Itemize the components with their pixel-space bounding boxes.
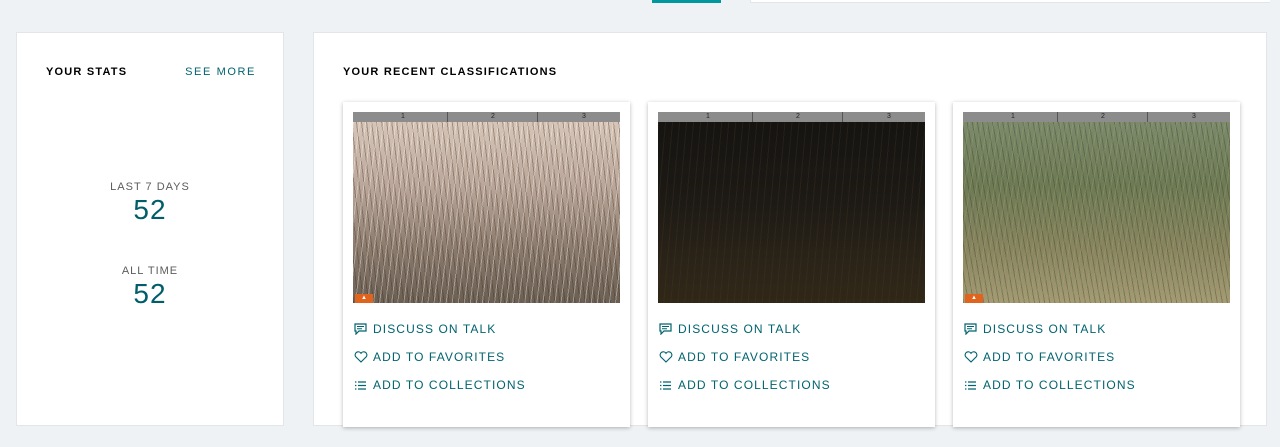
heart-icon bbox=[658, 350, 673, 364]
trail-camera-image bbox=[963, 122, 1230, 303]
stat-value: 52 bbox=[133, 278, 167, 309]
card-actions: DISCUSS ON TALK ADD TO FAVORITES ADD TO … bbox=[963, 315, 1136, 399]
list-icon bbox=[658, 378, 673, 392]
ruler-mark: 1 bbox=[1011, 113, 1015, 120]
add-to-favorites-button[interactable]: ADD TO FAVORITES bbox=[353, 343, 526, 371]
stat-last-7-days: LAST 7 DAYS 52 bbox=[17, 181, 283, 225]
favorites-label: ADD TO FAVORITES bbox=[373, 350, 506, 364]
trail-camera-image bbox=[658, 122, 925, 303]
page: YOUR STATS SEE MORE LAST 7 DAYS 52 ALL T… bbox=[0, 0, 1280, 447]
collections-label: ADD TO COLLECTIONS bbox=[373, 378, 526, 392]
subject-thumbnail[interactable]: 1 2 3 bbox=[658, 112, 925, 303]
card-actions: DISCUSS ON TALK ADD TO FAVORITES ADD TO … bbox=[353, 315, 526, 399]
favorites-label: ADD TO FAVORITES bbox=[678, 350, 811, 364]
discuss-on-talk-button[interactable]: DISCUSS ON TALK bbox=[658, 315, 831, 343]
list-icon bbox=[963, 378, 978, 392]
collections-label: ADD TO COLLECTIONS bbox=[983, 378, 1136, 392]
camera-ruler: 1 2 3 bbox=[353, 112, 620, 122]
classification-card: 1 2 3 ▲ DISCUSS ON TALK ADD TO FAVORITES… bbox=[953, 102, 1240, 427]
card-actions: DISCUSS ON TALK ADD TO FAVORITES ADD TO … bbox=[658, 315, 831, 399]
stat-label: LAST 7 DAYS bbox=[110, 181, 190, 193]
stats-panel: YOUR STATS SEE MORE LAST 7 DAYS 52 ALL T… bbox=[16, 32, 284, 426]
ruler-mark: 1 bbox=[401, 113, 405, 120]
stats-header: YOUR STATS SEE MORE bbox=[46, 66, 256, 78]
discuss-on-talk-button[interactable]: DISCUSS ON TALK bbox=[353, 315, 526, 343]
comment-icon bbox=[658, 322, 673, 336]
see-more-link[interactable]: SEE MORE bbox=[185, 66, 256, 78]
list-icon bbox=[353, 378, 368, 392]
subject-thumbnail[interactable]: 1 2 3 ▲ bbox=[963, 112, 1230, 303]
top-search-bar-edge[interactable] bbox=[750, 0, 1270, 3]
camera-logo-icon: ▲ bbox=[965, 294, 983, 303]
ruler-mark: 2 bbox=[1101, 113, 1105, 120]
subject-thumbnail[interactable]: 1 2 3 ▲ bbox=[353, 112, 620, 303]
stat-all-time: ALL TIME 52 bbox=[17, 265, 283, 309]
add-to-favorites-button[interactable]: ADD TO FAVORITES bbox=[658, 343, 831, 371]
stat-value: 52 bbox=[133, 194, 167, 225]
collections-label: ADD TO COLLECTIONS bbox=[678, 378, 831, 392]
comment-icon bbox=[963, 322, 978, 336]
heart-icon bbox=[963, 350, 978, 364]
ruler-mark: 2 bbox=[796, 113, 800, 120]
trail-camera-image bbox=[353, 122, 620, 303]
ruler-mark: 3 bbox=[1192, 113, 1196, 120]
stats-title: YOUR STATS bbox=[46, 66, 128, 78]
ruler-mark: 3 bbox=[582, 113, 586, 120]
camera-ruler: 1 2 3 bbox=[658, 112, 925, 122]
discuss-on-talk-button[interactable]: DISCUSS ON TALK bbox=[963, 315, 1136, 343]
add-to-favorites-button[interactable]: ADD TO FAVORITES bbox=[963, 343, 1136, 371]
discuss-label: DISCUSS ON TALK bbox=[678, 322, 802, 336]
discuss-label: DISCUSS ON TALK bbox=[373, 322, 497, 336]
camera-logo-icon: ▲ bbox=[355, 294, 373, 303]
classification-card: 1 2 3 ▲ DISCUSS ON TALK ADD TO FAVORITES… bbox=[343, 102, 630, 427]
recent-classifications-title: YOUR RECENT CLASSIFICATIONS bbox=[343, 66, 558, 78]
ruler-mark: 2 bbox=[491, 113, 495, 120]
favorites-label: ADD TO FAVORITES bbox=[983, 350, 1116, 364]
nav-active-tab-indicator bbox=[652, 0, 721, 3]
recent-classifications-panel: YOUR RECENT CLASSIFICATIONS 1 2 3 ▲ DISC… bbox=[313, 32, 1267, 427]
camera-ruler: 1 2 3 bbox=[963, 112, 1230, 122]
discuss-label: DISCUSS ON TALK bbox=[983, 322, 1107, 336]
ruler-mark: 1 bbox=[706, 113, 710, 120]
classification-card: 1 2 3 DISCUSS ON TALK ADD TO FAVORITES A… bbox=[648, 102, 935, 427]
add-to-collections-button[interactable]: ADD TO COLLECTIONS bbox=[963, 371, 1136, 399]
heart-icon bbox=[353, 350, 368, 364]
comment-icon bbox=[353, 322, 368, 336]
stat-label: ALL TIME bbox=[121, 265, 179, 277]
add-to-collections-button[interactable]: ADD TO COLLECTIONS bbox=[658, 371, 831, 399]
ruler-mark: 3 bbox=[887, 113, 891, 120]
add-to-collections-button[interactable]: ADD TO COLLECTIONS bbox=[353, 371, 526, 399]
